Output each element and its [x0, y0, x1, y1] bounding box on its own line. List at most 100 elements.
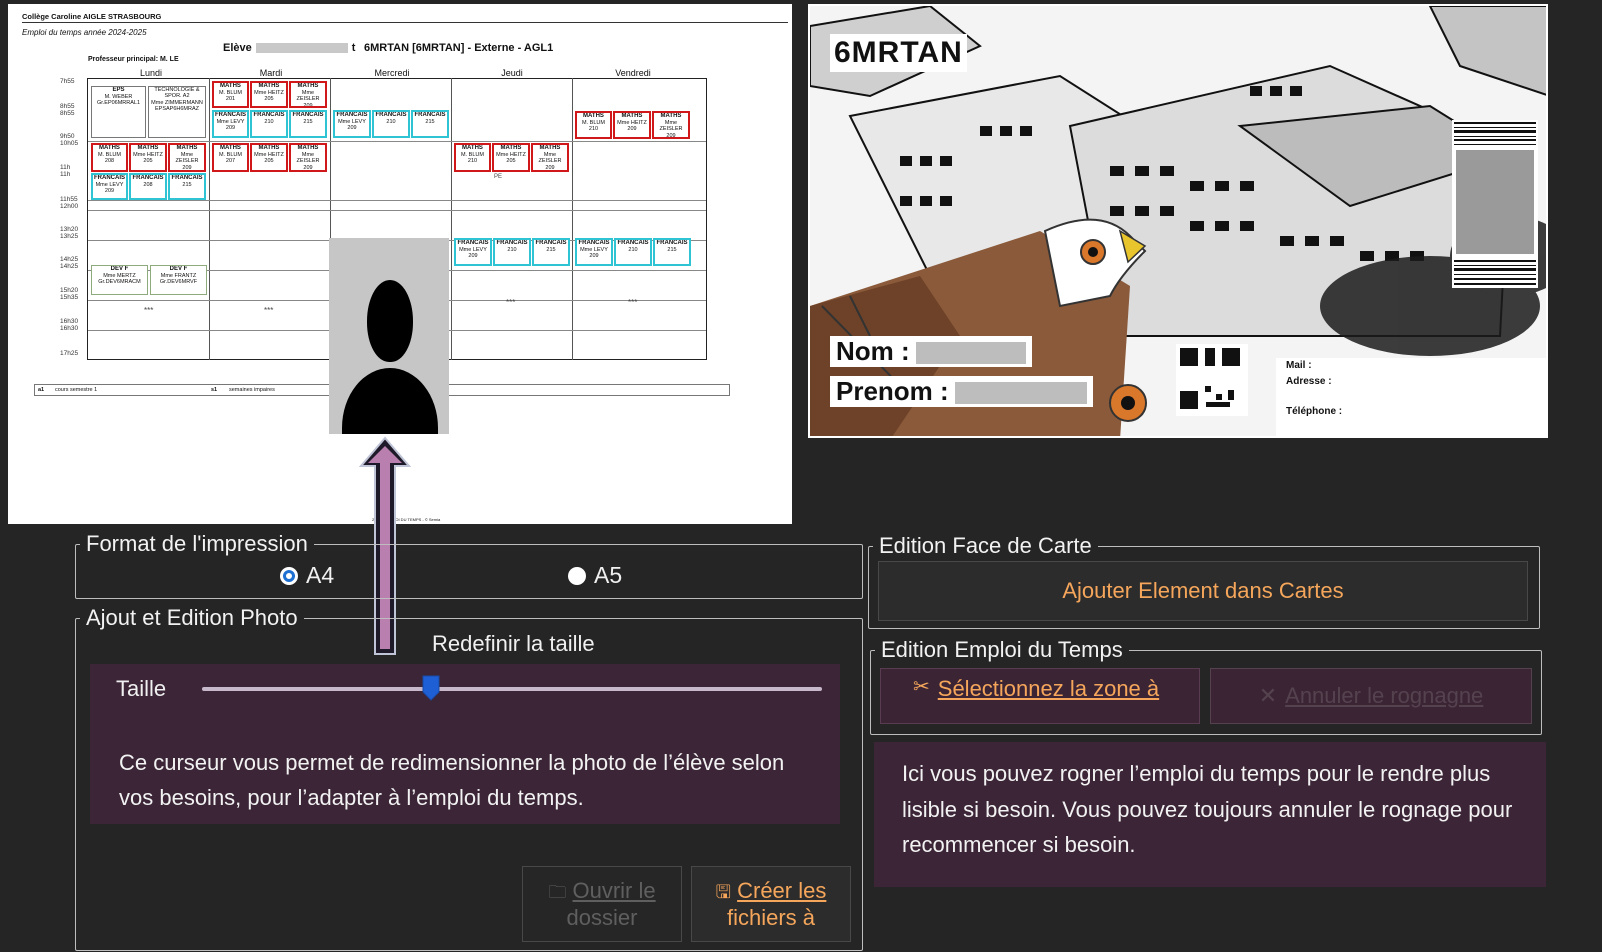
grid-row-line	[88, 141, 706, 142]
time-label: 16h30	[60, 318, 79, 325]
radio-unchecked-icon[interactable]	[568, 566, 586, 585]
radio-a5[interactable]: A5	[568, 562, 622, 589]
course-title: FRANCAIS	[375, 112, 407, 118]
course-cell: MATHS Mme ZEISLER 209	[289, 81, 327, 108]
grid-divider	[209, 78, 210, 360]
size-slider-thumb[interactable]	[422, 675, 440, 701]
course-title: TECHNOLOGIE & SPOR. A2	[154, 87, 200, 100]
course-cell: FRANCAIS 210	[372, 110, 410, 138]
size-slider-track[interactable]	[202, 687, 822, 691]
save-icon: 🖫	[715, 881, 731, 902]
course-room: 205	[143, 158, 153, 165]
empty-slot-dots: ***	[506, 298, 516, 307]
course-teacher: Mme HEITZ	[254, 89, 284, 96]
resize-help-text: Ce curseur vous permet de redimensionner…	[119, 750, 785, 811]
select-zone-button[interactable]: ✂ Sélectionnez la zone à	[880, 668, 1200, 724]
course-title: FRANCAIS	[496, 240, 528, 246]
create-files-line1: Créer les	[737, 877, 827, 903]
course-cell: FRANCAIS 210	[614, 238, 652, 266]
course-group: Gr.DEV6MRVF	[159, 279, 198, 286]
time-label: 17h25	[60, 350, 79, 357]
course-room: 205	[264, 158, 274, 165]
cancel-crop-label: Annuler le rognagne	[1285, 683, 1484, 709]
course-cell: MATHS Mme ZEISLER 209	[289, 143, 327, 172]
course-group: EPSAP6H6MRAZ	[154, 105, 199, 112]
open-folder-line2: dossier	[566, 905, 638, 930]
course-room: 208	[104, 158, 115, 165]
course-cell: EPS M. WEBER Gr.EP06MRRAL1	[91, 86, 146, 138]
empty-slot-dots: ***	[144, 306, 154, 315]
course-title: MATHS	[99, 145, 120, 151]
adresse-label: Adresse :	[1286, 376, 1332, 387]
time-label: 8h55	[60, 110, 75, 117]
course-title: DEV F	[110, 266, 129, 272]
time-label: 11h55	[60, 196, 78, 203]
course-cell: FRANCAIS Mme LEVY 209	[212, 110, 249, 138]
prenom-masked	[954, 382, 1087, 405]
crop-help-text: Ici vous pouvez rogner l’emploi du temps…	[902, 761, 1513, 858]
course-teacher: M. BLUM	[582, 119, 605, 126]
course-teacher: Mme ZEISLER	[296, 89, 320, 103]
course-room: 215	[667, 246, 677, 253]
course-cell: MATHS M. BLUM 201	[212, 81, 249, 108]
student-photo-placeholder[interactable]	[329, 238, 449, 434]
course-teacher: M. BLUM	[98, 151, 121, 158]
nom-masked	[915, 342, 1026, 365]
time-label: 10h05	[60, 140, 79, 147]
radio-checked-icon[interactable]	[280, 566, 298, 585]
course-title: MATHS	[583, 113, 604, 119]
course-title: EPS	[112, 87, 125, 93]
cancel-crop-button[interactable]: ✕ Annuler le rognagne	[1210, 668, 1532, 724]
card-preview[interactable]: 6MRTAN Nom : Prenom : Mail : Adresse : T…	[808, 4, 1548, 438]
course-title: FRANCAIS	[617, 240, 649, 246]
course-teacher: Mme LEVY	[459, 246, 487, 253]
create-files-button[interactable]: 🖫 Créer les fichiers à	[691, 866, 851, 942]
course-title: MATHS	[621, 113, 643, 119]
course-title: FRANCAIS	[132, 175, 164, 181]
course-title: DEV F	[169, 266, 188, 272]
open-folder-button[interactable]: 🗀 Ouvrir le dossier	[522, 866, 682, 942]
radio-a4-label: A4	[306, 562, 335, 588]
course-teacher: Mme LEVY	[338, 118, 366, 125]
close-icon: ✕	[1258, 683, 1278, 709]
course-teacher: Mme HEITZ	[254, 151, 284, 158]
course-room: 209	[303, 102, 313, 108]
silhouette-body	[342, 368, 438, 434]
resize-title: Redefinir la taille	[432, 631, 595, 656]
legend-key: s1	[211, 387, 218, 393]
course-title: FRANCAIS	[171, 175, 203, 181]
time-label: 15h35	[60, 294, 79, 301]
course-teacher: Mme FRANTZ	[160, 272, 197, 279]
course-cell: MATHS Mme HEITZ 205	[129, 143, 167, 172]
course-room: 215	[425, 118, 435, 125]
open-folder-label: 🗀 Ouvrir le	[548, 877, 655, 905]
prenom-label: Prenom :	[836, 376, 949, 406]
course-title: MATHS	[137, 145, 159, 151]
course-title: MATHS	[220, 145, 241, 151]
course-cell: FRANCAIS Mme LEVY 209	[454, 238, 492, 266]
course-room: 209	[666, 132, 676, 139]
course-teacher: M. BLUM	[219, 151, 242, 158]
header-divider	[22, 22, 788, 23]
nom-label: Nom :	[836, 336, 910, 366]
photo-edit-title: Ajout et Edition Photo	[86, 605, 298, 630]
eleve-suffix: t	[351, 42, 356, 54]
course-room: 209	[104, 188, 115, 195]
add-element-button[interactable]: Ajouter Element dans Cartes	[878, 561, 1528, 621]
course-room: 205	[506, 158, 516, 165]
card-prenom: Prenom :	[830, 376, 1093, 407]
course-title: FRANCAIS	[578, 240, 610, 246]
time-label: 13h20	[60, 226, 79, 233]
course-teacher: Mme LEVY	[216, 118, 245, 125]
course-cell: FRANCAIS Mme LEVY 209	[333, 110, 371, 138]
course-teacher: Mme ZEISLER	[659, 119, 683, 133]
day-header: Vendredi	[615, 68, 651, 78]
course-room: 215	[303, 118, 313, 125]
time-label: 15h20	[60, 287, 79, 294]
student-name-masked	[255, 43, 348, 54]
radio-a4[interactable]: A4	[280, 562, 334, 589]
print-format-title: Format de l'impression	[86, 531, 308, 556]
print-format-panel: Format de l'impression	[75, 531, 863, 599]
empty-slot-dots: ***	[628, 298, 638, 307]
course-title: FRANCAIS	[457, 240, 489, 246]
